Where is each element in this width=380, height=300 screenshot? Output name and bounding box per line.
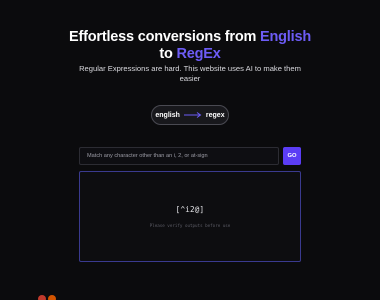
hero-title-target: RegEx: [176, 46, 221, 62]
hero-title-prefix: Effortless conversions from: [69, 29, 261, 45]
orange-dot: [48, 295, 56, 300]
mode-toggle-button[interactable]: english regex: [151, 105, 229, 125]
corner-decoration: [38, 295, 56, 300]
long-arrow-right-icon: [183, 112, 202, 118]
red-dot: [38, 295, 46, 300]
regex-output-panel: [^i2@] Please verify outputs before use: [79, 171, 301, 262]
verify-note: Please verify outputs before use: [149, 223, 231, 228]
hero-title-middle: to: [159, 46, 177, 62]
hero-title: Effortless conversions from English to R…: [0, 29, 380, 63]
hero-title-source: English: [260, 29, 311, 45]
regex-output: [^i2@]: [175, 205, 205, 214]
hero-subtitle: Regular Expressions are hard. This websi…: [79, 64, 301, 83]
mode-to-label: regex: [205, 111, 225, 119]
mode-from-label: english: [155, 111, 180, 119]
go-button[interactable]: GO: [283, 147, 301, 165]
english-query-input[interactable]: [79, 147, 279, 165]
page: Effortless conversions from English to R…: [0, 0, 380, 300]
